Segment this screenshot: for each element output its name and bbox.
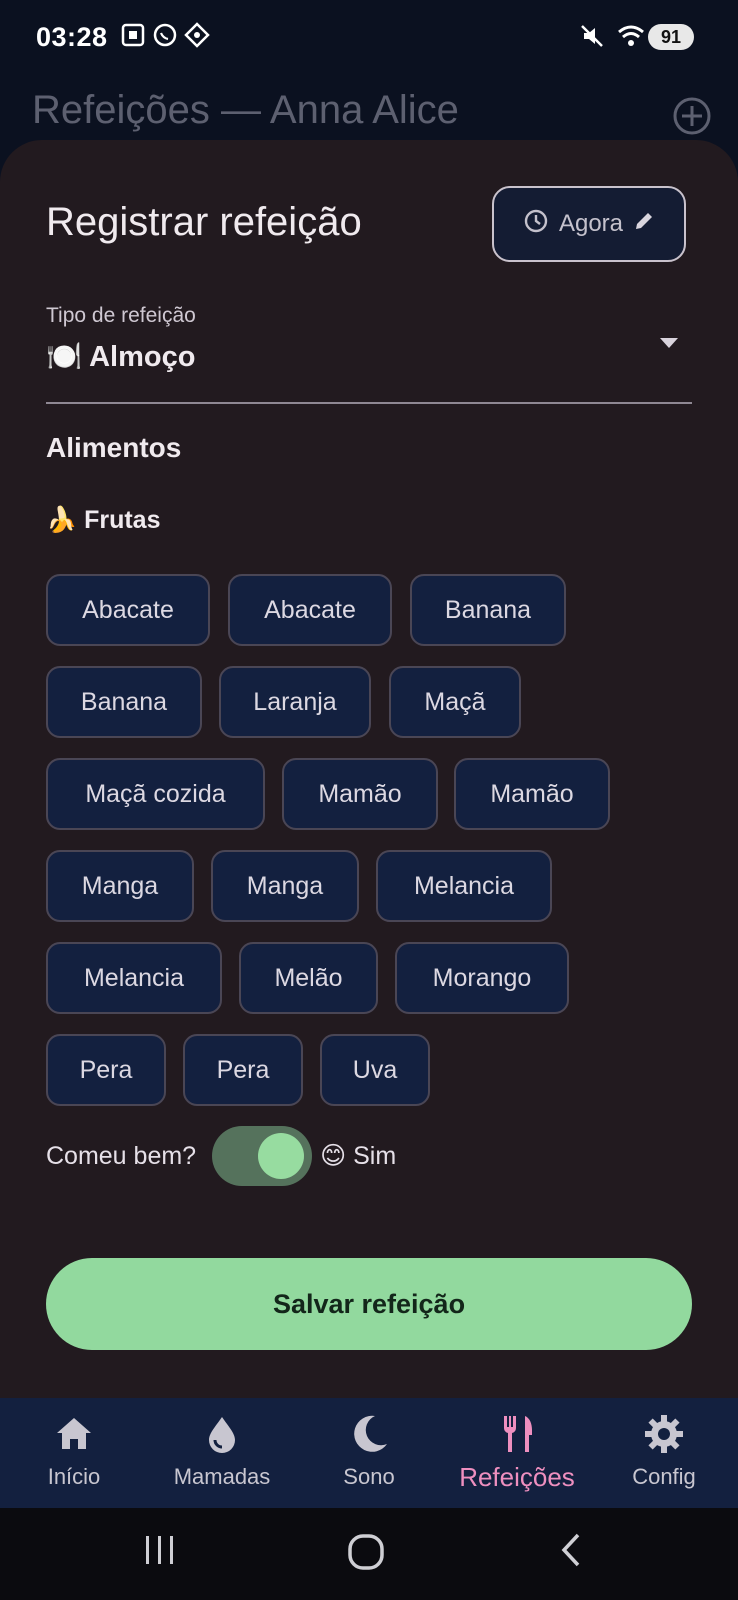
save-meal-button[interactable]: Salvar refeição (46, 1258, 692, 1350)
ate-well-row: Comeu bem? 😊 Sim (46, 1126, 396, 1186)
meal-type-label: Tipo de refeição (46, 304, 196, 327)
food-chip[interactable]: Mamão (282, 758, 438, 830)
notification-icons (120, 22, 210, 48)
moon-icon (347, 1412, 391, 1456)
food-chip[interactable]: Banana (46, 666, 202, 738)
status-time: 03:28 (36, 22, 108, 52)
nav-label: Mamadas (173, 1464, 271, 1489)
foods-heading: Alimentos (46, 432, 182, 463)
meal-type-value: 🍽️ Almoço (46, 341, 196, 373)
food-chip[interactable]: Pera (183, 1034, 303, 1106)
whatsapp-icon (152, 22, 178, 48)
food-chip[interactable]: Pera (46, 1034, 166, 1106)
home-icon (52, 1412, 96, 1456)
food-chip[interactable]: Laranja (219, 666, 371, 738)
app-notification-icon (184, 22, 210, 48)
battery-indicator: 91 (648, 24, 694, 50)
dropdown-arrow-icon (660, 338, 678, 348)
switch-knob (258, 1133, 305, 1179)
food-chip[interactable]: Melão (239, 942, 378, 1014)
system-navigation-bar (0, 1508, 738, 1600)
nav-label: Sono (343, 1464, 395, 1489)
time-picker-label: Agora (558, 210, 624, 237)
nav-item-inicio[interactable]: Início (0, 1398, 148, 1508)
food-chip[interactable]: Manga (46, 850, 194, 922)
food-chip[interactable]: Mamão (454, 758, 610, 830)
nav-item-config[interactable]: Config (590, 1398, 738, 1508)
back-icon[interactable] (556, 1530, 586, 1575)
food-chip[interactable]: Uva (320, 1034, 430, 1106)
bottom-navigation: Início Mamadas Sono Refeições Config (0, 1398, 738, 1508)
fruits-category-heading: 🍌 Frutas (46, 506, 161, 534)
drop-icon (200, 1412, 244, 1456)
home-button-icon[interactable] (346, 1532, 386, 1577)
nav-label: Início (47, 1464, 101, 1489)
food-chip[interactable]: Maçã cozida (46, 758, 265, 830)
time-picker-button[interactable]: Agora (492, 186, 686, 262)
nav-item-mamadas[interactable]: Mamadas (148, 1398, 296, 1508)
nav-item-sono[interactable]: Sono (295, 1398, 443, 1508)
nav-label: Refeições (459, 1462, 575, 1492)
edit-pencil-icon (633, 210, 655, 239)
gear-icon (642, 1412, 686, 1456)
app-bar-title: Refeições — Anna Alice (32, 88, 459, 132)
sheet-title: Registrar refeição (46, 200, 362, 244)
food-chip[interactable]: Melancia (376, 850, 552, 922)
utensils-icon (495, 1412, 539, 1456)
ate-well-switch[interactable] (212, 1126, 313, 1186)
ate-well-label: Comeu bem? (46, 1141, 197, 1170)
screenshot-icon (120, 22, 146, 48)
ate-well-value: 😊 Sim (320, 1142, 397, 1170)
food-chip[interactable]: Maçã (389, 666, 521, 738)
mute-icon (578, 22, 606, 55)
food-chip[interactable]: Banana (410, 574, 566, 646)
food-chip[interactable]: Abacate (228, 574, 392, 646)
clock-icon (523, 208, 549, 241)
nav-item-refeicoes[interactable]: Refeições (442, 1398, 592, 1508)
recent-apps-icon[interactable] (142, 1530, 178, 1575)
food-chip[interactable]: Manga (211, 850, 359, 922)
wifi-icon (616, 22, 646, 55)
meal-bottom-sheet: Registrar refeição Agora Tipo de refeiçã… (0, 140, 738, 1398)
food-chip[interactable]: Melancia (46, 942, 222, 1014)
dropdown-underline (46, 402, 692, 404)
food-chip[interactable]: Abacate (46, 574, 210, 646)
nav-label: Config (632, 1464, 696, 1489)
status-bar: 03:28 91 (0, 0, 738, 80)
add-circle-icon[interactable] (672, 96, 712, 136)
food-chip[interactable]: Morango (395, 942, 569, 1014)
